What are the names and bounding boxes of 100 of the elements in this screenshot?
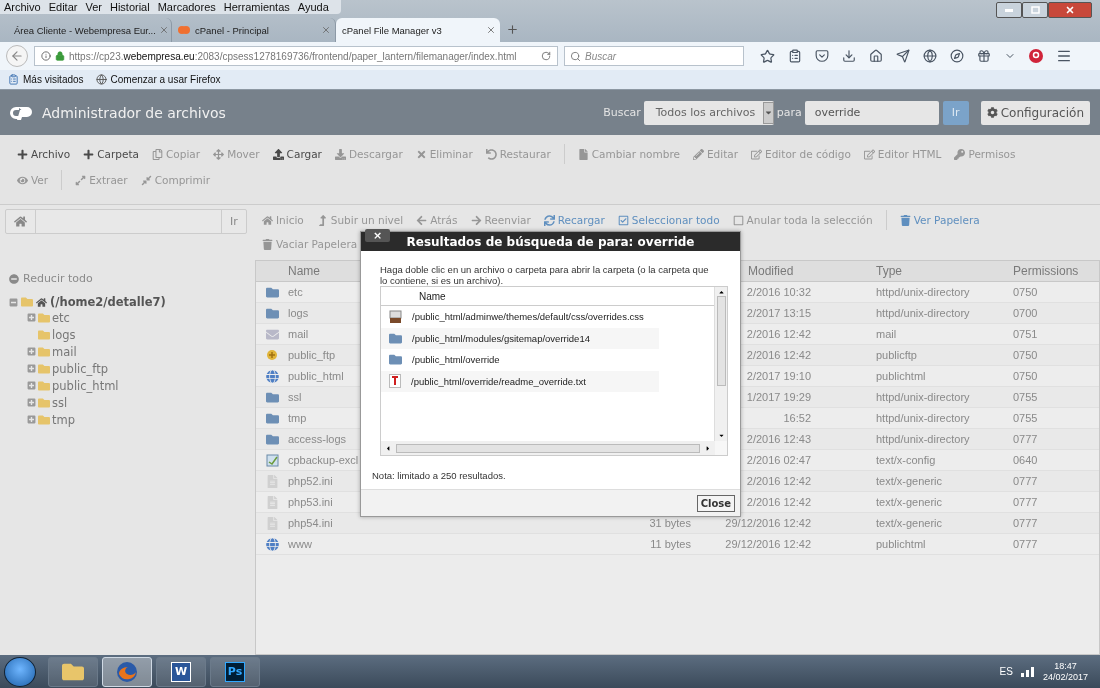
search-field[interactable]: override bbox=[804, 100, 939, 125]
close-button[interactable]: × bbox=[365, 229, 390, 242]
tree-item[interactable]: etc bbox=[27, 309, 247, 326]
tree-item[interactable]: mail bbox=[27, 343, 247, 360]
scrollbar[interactable] bbox=[381, 441, 715, 455]
column-header[interactable]: Permissions bbox=[1013, 264, 1079, 278]
table-cell: text/x-config bbox=[876, 454, 936, 466]
scope-dropdown[interactable]: Todos los archivos bbox=[643, 100, 774, 125]
caret-icon bbox=[763, 108, 773, 117]
maximize-button[interactable] bbox=[1022, 2, 1048, 18]
path-field[interactable]: Ir bbox=[5, 209, 247, 234]
taskbar-button[interactable]: W bbox=[156, 656, 206, 687]
result-item[interactable]: /public_html/override/readme_override.txt bbox=[381, 370, 659, 392]
bookmark-link[interactable]: Más visitados bbox=[8, 74, 84, 85]
gift-icon bbox=[977, 49, 991, 63]
note-text: Nota: limitado a 250 resultados. bbox=[372, 470, 507, 481]
table-cell: 29/12/2016 12:42 bbox=[725, 517, 811, 529]
settings-button[interactable]: Configuración bbox=[980, 100, 1090, 125]
column-header[interactable]: Type bbox=[876, 264, 902, 278]
close-icon bbox=[321, 25, 331, 35]
dialog-title: Resultados de búsqueda de para: override bbox=[406, 234, 695, 249]
cpanel-logo bbox=[10, 104, 34, 121]
search-label: Buscar bbox=[603, 106, 641, 119]
file-icon bbox=[577, 148, 589, 160]
tree-item[interactable]: public_ftp bbox=[27, 360, 247, 377]
minimize-button[interactable] bbox=[996, 2, 1022, 18]
table-cell: httpd/unix-directory bbox=[876, 433, 970, 445]
table-cell: 0777 bbox=[1013, 475, 1038, 487]
search-field[interactable]: Buscar bbox=[564, 46, 744, 66]
result-item[interactable]: /public_html/modules/gsitemap/override14 bbox=[381, 327, 659, 349]
tree-item[interactable]: logs bbox=[27, 326, 247, 343]
expand-icon bbox=[27, 347, 36, 356]
scrollbar[interactable] bbox=[715, 287, 727, 441]
checkbox-icon bbox=[732, 214, 744, 226]
column-header[interactable]: Name bbox=[288, 264, 320, 278]
minimize-icon bbox=[1005, 8, 1013, 12]
menu-item[interactable]: Ayuda bbox=[297, 1, 329, 13]
table-cell: text/x-generic bbox=[876, 517, 943, 529]
close-button[interactable]: Close bbox=[696, 494, 735, 512]
menu-item[interactable]: Archivo bbox=[4, 1, 41, 13]
collapse-all-link[interactable]: Reducir todo bbox=[9, 272, 247, 285]
pencil-icon bbox=[692, 148, 704, 160]
expand-icon bbox=[75, 174, 87, 186]
info-icon bbox=[41, 51, 51, 61]
menu-item[interactable]: Marcadores bbox=[157, 1, 216, 13]
table-cell: 0777 bbox=[1013, 433, 1038, 445]
nav-button[interactable]: Recargar bbox=[543, 210, 605, 230]
folder-icon bbox=[389, 353, 402, 367]
folder-icon bbox=[38, 379, 50, 392]
scrollbar-corner bbox=[715, 441, 727, 455]
table-cell: cpbackup-excl bbox=[288, 454, 359, 466]
menu-item[interactable]: Editar bbox=[48, 1, 78, 13]
toolbar-button[interactable]: Archivo bbox=[17, 148, 71, 160]
tree-item[interactable]: public_html bbox=[27, 377, 247, 394]
home-icon bbox=[36, 296, 47, 308]
download-icon bbox=[842, 49, 856, 63]
eye-icon bbox=[17, 174, 28, 186]
table-cell: text/x-generic bbox=[876, 496, 943, 508]
table-cell: 31 bytes bbox=[649, 517, 691, 529]
file-icon bbox=[265, 495, 279, 509]
level-up-icon bbox=[316, 214, 328, 226]
expand-icon bbox=[27, 381, 36, 390]
tree-item[interactable]: ssl bbox=[27, 394, 247, 411]
menu-item[interactable]: Ver bbox=[85, 1, 102, 13]
table-cell: logs bbox=[288, 307, 309, 319]
language-indicator[interactable]: ES bbox=[999, 666, 1013, 677]
browser-tab[interactable]: cPanel File Manager v3 bbox=[336, 18, 500, 42]
taskbar-button[interactable] bbox=[48, 656, 98, 687]
tree-item[interactable]: tmp bbox=[27, 411, 247, 428]
envelope-icon bbox=[265, 327, 279, 341]
table-cell: httpd/unix-directory bbox=[876, 307, 970, 319]
column-header[interactable]: Modified bbox=[748, 264, 794, 278]
settings-icon bbox=[986, 107, 998, 118]
toolbar-button[interactable]: Cargar bbox=[272, 148, 322, 160]
table-cell: 0755 bbox=[1013, 391, 1038, 403]
expand-icon bbox=[27, 313, 36, 322]
taskbar-button[interactable]: Ps bbox=[210, 656, 260, 687]
clock[interactable]: 18:47 24/02/2017 bbox=[1042, 660, 1088, 683]
arrow-left-icon bbox=[10, 49, 24, 63]
table-cell: 2/2017 13:15 bbox=[746, 307, 811, 319]
menu-item[interactable]: Historial bbox=[109, 1, 150, 13]
toolbar-button[interactable]: Carpeta bbox=[83, 148, 140, 160]
file-icon bbox=[265, 474, 279, 488]
address-field[interactable]: https://cp23.webempresa.eu:2083/cpsess1278169736/frontend/paper_lantern/filemanager/index.html bbox=[34, 46, 558, 66]
close-icon bbox=[1065, 5, 1075, 15]
table-cell: httpd/unix-directory bbox=[876, 286, 970, 298]
compress-icon bbox=[140, 174, 152, 186]
folder-icon bbox=[38, 328, 50, 341]
table-cell: httpd/unix-directory bbox=[876, 412, 970, 424]
go-button[interactable]: Ir bbox=[942, 100, 969, 125]
close-button[interactable] bbox=[1048, 2, 1092, 18]
start-button[interactable] bbox=[4, 656, 36, 687]
nav-button[interactable]: Seleccionar todo bbox=[617, 210, 720, 230]
for-label: para bbox=[776, 106, 802, 119]
nav-button[interactable]: Ver Papelera bbox=[899, 210, 980, 230]
tree-item[interactable]: (/home2/detalle7) bbox=[9, 295, 247, 309]
collapse-icon bbox=[9, 297, 18, 307]
menu-item[interactable]: Herramientas bbox=[223, 1, 290, 13]
bookmark-link[interactable]: Comenzar a usar Firefox bbox=[95, 74, 221, 85]
folder-icon bbox=[38, 311, 50, 324]
